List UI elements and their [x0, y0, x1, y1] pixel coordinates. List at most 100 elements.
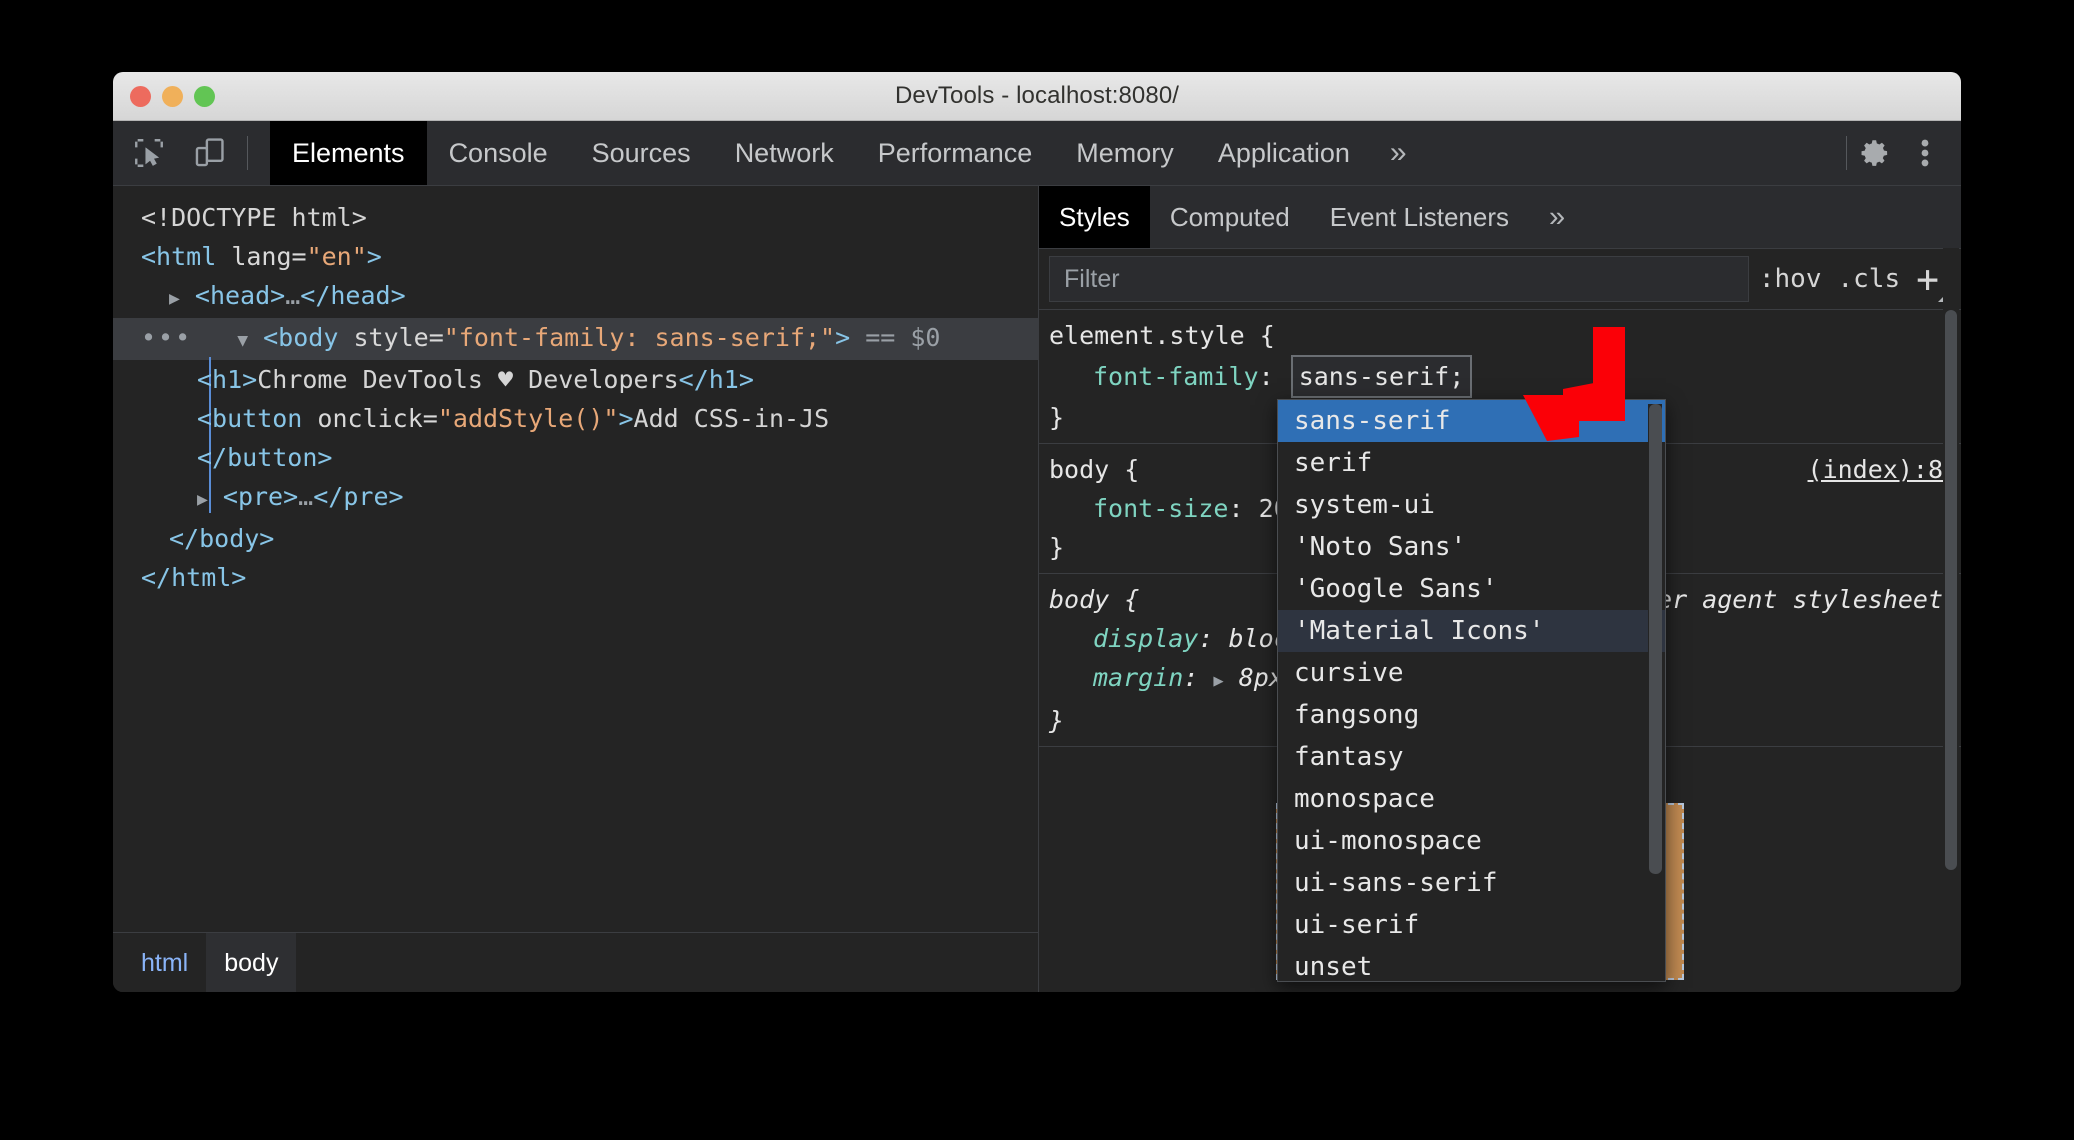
dom-token: <!DOCTYPE html>	[141, 203, 367, 232]
dom-token: >	[618, 404, 634, 433]
inspect-element-icon[interactable]	[127, 131, 171, 175]
more-panels-chevron-icon[interactable]: »	[1372, 121, 1425, 185]
toggle-element-state-button[interactable]: :hov	[1759, 264, 1822, 294]
styles-scrollbar[interactable]	[1943, 248, 1959, 992]
dom-token: onclick=	[317, 404, 438, 433]
dom-token: </button>	[197, 443, 333, 472]
breadcrumb-item-html[interactable]: html	[123, 933, 206, 992]
tab-computed[interactable]: Computed	[1150, 186, 1310, 248]
css-property-name[interactable]: display	[1093, 624, 1198, 653]
dom-node-html-close[interactable]: </html>	[113, 558, 1038, 597]
autocomplete-option[interactable]: ui-monospace	[1278, 820, 1665, 862]
tab-sources[interactable]: Sources	[570, 121, 713, 185]
autocomplete-option[interactable]: serif	[1278, 442, 1665, 484]
node-badge-icon[interactable]: •••	[141, 323, 209, 352]
dom-token: </html>	[141, 563, 247, 592]
autocomplete-scrollbar[interactable]	[1648, 404, 1662, 944]
dom-token: lang=	[231, 242, 307, 271]
tab-application[interactable]: Application	[1196, 121, 1372, 185]
tab-elements[interactable]: Elements	[270, 121, 427, 185]
kebab-menu-icon[interactable]	[1903, 131, 1947, 175]
styles-scrollbar-thumb[interactable]	[1945, 310, 1957, 870]
dom-token: == $0	[850, 323, 941, 352]
dom-token: <h1>	[197, 365, 258, 394]
dom-token: </pre>	[313, 482, 404, 511]
dom-token: </head>	[300, 281, 406, 310]
more-sidebar-tabs-chevron-icon[interactable]: »	[1529, 186, 1585, 248]
css-property-name[interactable]: margin	[1093, 663, 1183, 692]
css-property-name[interactable]: font-size	[1093, 494, 1228, 523]
css-property-name[interactable]: font-family	[1093, 362, 1259, 391]
new-style-rule-button[interactable]: +	[1916, 260, 1947, 302]
autocomplete-option[interactable]: ui-sans-serif	[1278, 862, 1665, 904]
tab-styles[interactable]: Styles	[1039, 186, 1150, 248]
autocomplete-option[interactable]: sans-serif	[1278, 400, 1665, 442]
autocomplete-option[interactable]: system-ui	[1278, 484, 1665, 526]
maximize-window-icon[interactable]	[194, 85, 215, 107]
tab-network[interactable]: Network	[713, 121, 856, 185]
minimize-window-icon[interactable]	[162, 85, 183, 107]
autocomplete-option[interactable]: fantasy	[1278, 736, 1665, 778]
close-window-icon[interactable]	[130, 85, 151, 107]
dom-tree[interactable]: <!DOCTYPE html> <html lang="en"> ▶ <head>……	[113, 186, 1038, 932]
title-bar: DevTools - localhost:8080/	[113, 72, 1961, 121]
breadcrumb: html body	[113, 932, 1038, 992]
dom-token: >	[835, 323, 851, 352]
traffic-lights[interactable]	[130, 72, 215, 120]
style-declaration-font-family[interactable]: font-family: sans-serif;	[1039, 355, 1961, 398]
autocomplete-option[interactable]: cursive	[1278, 652, 1665, 694]
tab-memory[interactable]: Memory	[1054, 121, 1196, 185]
elements-panel: <!DOCTYPE html> <html lang="en"> ▶ <head>……	[113, 186, 1039, 992]
autocomplete-option[interactable]: unset	[1278, 946, 1665, 981]
element-classes-button[interactable]: .cls	[1837, 264, 1900, 294]
dom-token: </body>	[169, 524, 275, 553]
screenshot-root: DevTools - localhost:8080/ Elements Cons…	[0, 0, 2074, 1140]
dom-token: "addStyle()"	[437, 404, 619, 433]
dom-node-h1[interactable]: <h1>Chrome DevTools ♥ Developers</h1>	[113, 360, 1038, 399]
devtools-tool-icons	[113, 121, 258, 185]
expand-toggle-icon[interactable]: ▶	[169, 279, 180, 318]
style-rule-origin[interactable]: (index):8	[1808, 450, 1943, 489]
styles-filter-bar: Filter :hov .cls +	[1039, 249, 1961, 310]
dom-token: <pre>	[222, 482, 299, 511]
expand-shorthand-icon[interactable]: ▶	[1213, 662, 1223, 701]
dom-token: Add CSS-in-JS	[633, 404, 830, 433]
autocomplete-option[interactable]: 'Noto Sans'	[1278, 526, 1665, 568]
breadcrumb-item-body[interactable]: body	[206, 933, 297, 992]
tab-console[interactable]: Console	[427, 121, 570, 185]
dom-token: <head>	[194, 281, 286, 310]
dom-token: >	[366, 242, 382, 271]
autocomplete-option[interactable]: 'Material Icons'	[1278, 610, 1665, 652]
style-rule-origin: user agent stylesheet	[1626, 585, 1943, 614]
dom-node-button-close[interactable]: </button>	[113, 438, 1038, 477]
filter-input[interactable]: Filter	[1049, 256, 1749, 302]
font-family-autocomplete-dropdown[interactable]: sans-serif serif system-ui 'Noto Sans' 'Goog…	[1277, 399, 1666, 982]
tabstrip-right-actions	[1846, 121, 1961, 185]
dom-node-doctype[interactable]: <!DOCTYPE html>	[113, 198, 1038, 237]
dom-node-head[interactable]: ▶ <head>…</head>	[113, 276, 1038, 318]
autocomplete-option[interactable]: ui-serif	[1278, 904, 1665, 946]
dom-node-body-open[interactable]: ••• ▼ <body style="font-family: sans-ser…	[113, 318, 1038, 513]
autocomplete-option[interactable]: 'Google Sans'	[1278, 568, 1665, 610]
styles-filter-actions: :hov .cls +	[1759, 260, 1953, 302]
autocomplete-scrollbar-thumb[interactable]	[1649, 404, 1662, 874]
css-value-editor[interactable]: sans-serif;	[1290, 355, 1473, 398]
dom-token: Chrome DevTools ♥ Developers	[257, 365, 679, 394]
dom-node-button-open[interactable]: <button onclick="addStyle()">Add CSS-in-…	[113, 399, 1038, 438]
dom-token: "font-family: sans-serif;"	[443, 323, 836, 352]
tab-performance[interactable]: Performance	[856, 121, 1055, 185]
dom-node-html-open[interactable]: <html lang="en">	[113, 237, 1038, 276]
dom-node-pre[interactable]: ▶ <pre>…</pre>	[113, 477, 1038, 519]
dom-token: <html	[141, 242, 232, 271]
panel-tabs: Elements Console Sources Network Perform…	[270, 121, 1425, 185]
gear-icon[interactable]	[1853, 131, 1897, 175]
tab-event-listeners[interactable]: Event Listeners	[1310, 186, 1529, 248]
expand-toggle-icon[interactable]: ▼	[237, 321, 248, 360]
autocomplete-option[interactable]: fangsong	[1278, 694, 1665, 736]
expand-toggle-icon[interactable]: ▶	[197, 480, 208, 519]
device-toolbar-icon[interactable]	[187, 131, 231, 175]
dom-token: <body	[263, 323, 354, 352]
autocomplete-option[interactable]: monospace	[1278, 778, 1665, 820]
dom-node-body-close[interactable]: </body>	[113, 519, 1038, 558]
dom-token: …	[285, 281, 301, 310]
